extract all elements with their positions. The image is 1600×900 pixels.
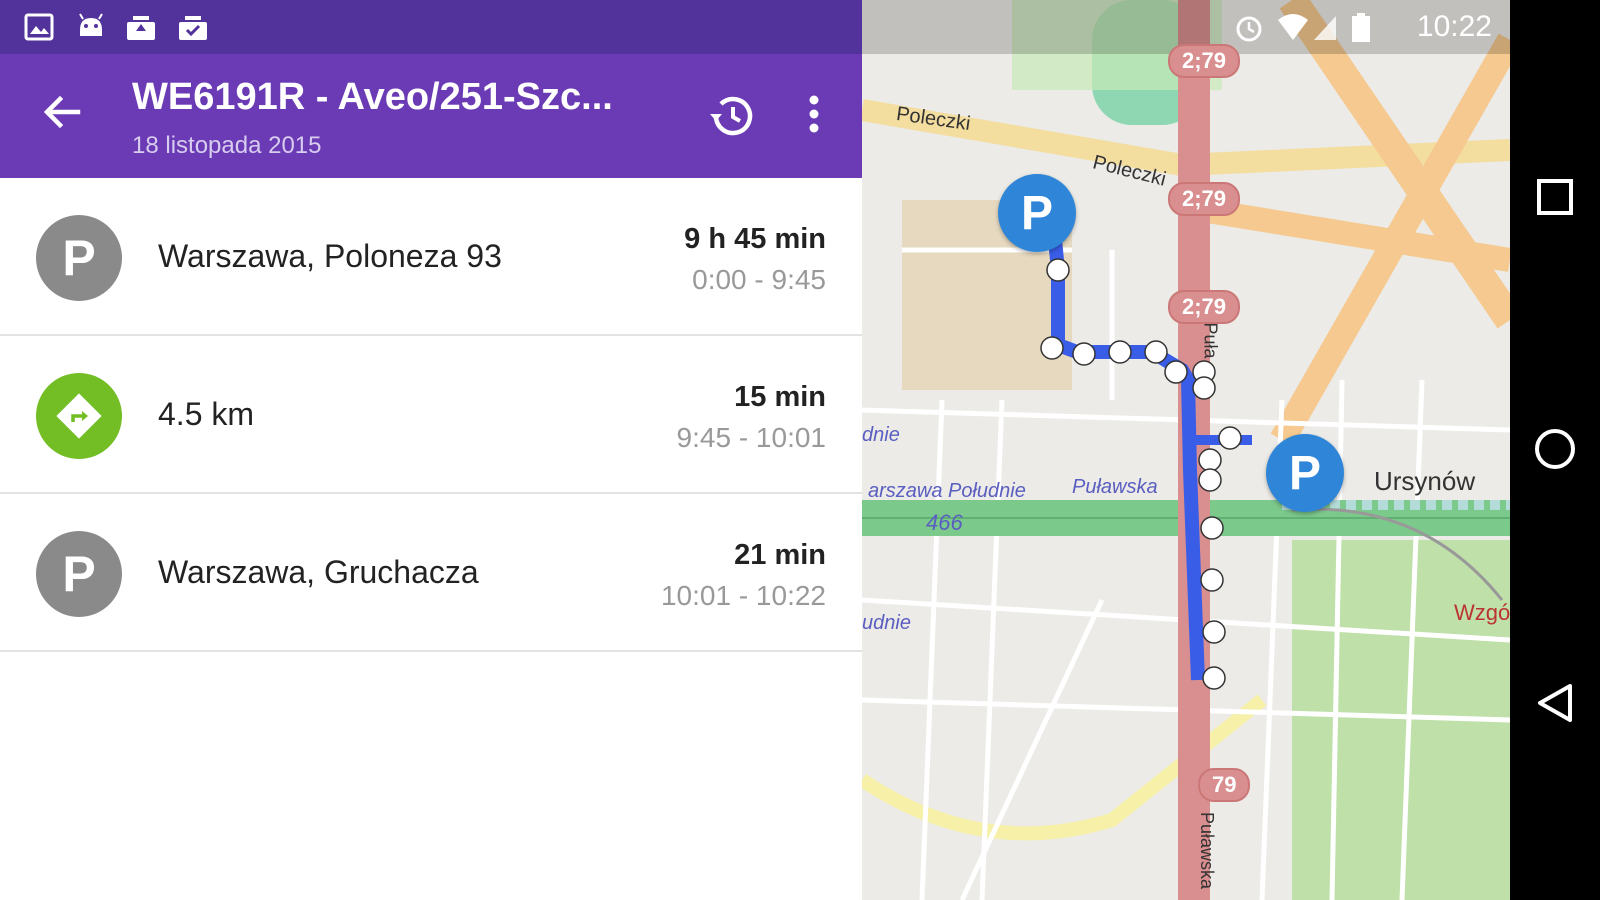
route-label: 466 [926,510,963,535]
station-label: arszawa Południe [868,480,1026,502]
history-icon[interactable] [706,90,758,142]
wifi-icon [1278,14,1308,40]
road-badge: 79 [1198,768,1251,802]
item-time-range: 9:45 - 10:01 [676,422,826,453]
item-distance: 4.5 km [158,396,255,432]
system-nav-bar [1510,0,1600,900]
arrow-back-icon[interactable] [34,84,90,140]
triangle-back-icon[interactable] [1532,680,1578,726]
list-item-drive[interactable]: 4.5 km 15 min 9:45 - 10:01 [0,336,862,494]
parking-pin-start[interactable]: P [998,174,1076,252]
page-subtitle-date: 18 listopada 2015 [132,132,322,159]
map-canvas [862,0,1510,900]
circle-icon[interactable] [1532,426,1578,472]
app-bar: WE6191R - Aveo/251-Szc... 18 listopada 2… [0,54,862,178]
signal-icon [1314,16,1336,40]
list-item-parking-1[interactable]: P Warszawa, Poloneza 93 9 h 45 min 0:00 … [0,178,862,336]
checklist-icon [179,16,207,40]
area-label: Wzgó [1454,600,1510,625]
item-location: Warszawa, Poloneza 93 [158,238,502,274]
street-label: Puła [1200,322,1221,359]
station-label: dnie [862,424,900,446]
parking-icon: P [36,531,122,617]
square-icon[interactable] [1532,174,1578,220]
item-time-range: 0:00 - 9:45 [692,264,826,295]
item-duration: 21 min [734,539,826,571]
item-duration: 15 min [734,381,826,413]
more-vert-icon[interactable] [798,88,830,140]
screen: WE6191R - Aveo/251-Szc... 18 listopada 2… [0,0,1600,900]
parking-icon: P [36,215,122,301]
list-item-parking-2[interactable]: P Warszawa, Gruchacza 21 min 10:01 - 10:… [0,494,862,652]
trip-panel: WE6191R - Aveo/251-Szc... 18 listopada 2… [0,0,862,900]
street-label: Puławska [1072,476,1158,498]
district-label: Ursynów [1374,466,1476,496]
status-bar-left [0,0,862,54]
road-badge: 2;79 [1168,290,1241,324]
image-icon [24,13,54,41]
trip-segment-list: P Warszawa, Poloneza 93 9 h 45 min 0:00 … [0,178,862,652]
street-label: Puławska [1197,811,1218,890]
item-location: Warszawa, Gruchacza [158,554,479,590]
page-title: WE6191R - Aveo/251-Szc... [132,76,613,118]
alarm-icon [1236,16,1262,42]
station-label: udnie [862,612,911,634]
road-badge: 2;79 [1168,182,1241,216]
item-time-range: 10:01 - 10:22 [660,580,826,611]
map-view[interactable]: 10:22 2;79 2;79 2;79 79 Poleczki Poleczk… [862,0,1510,900]
status-time: 10:22 [1416,10,1492,43]
android-icon [79,13,103,36]
parking-pin-end[interactable]: P [1266,434,1344,512]
battery-icon [1352,13,1370,42]
road-badge: 2;79 [1168,44,1241,78]
item-duration: 9 h 45 min [684,223,826,255]
route-icon [36,373,122,459]
upload-icon [127,16,155,40]
